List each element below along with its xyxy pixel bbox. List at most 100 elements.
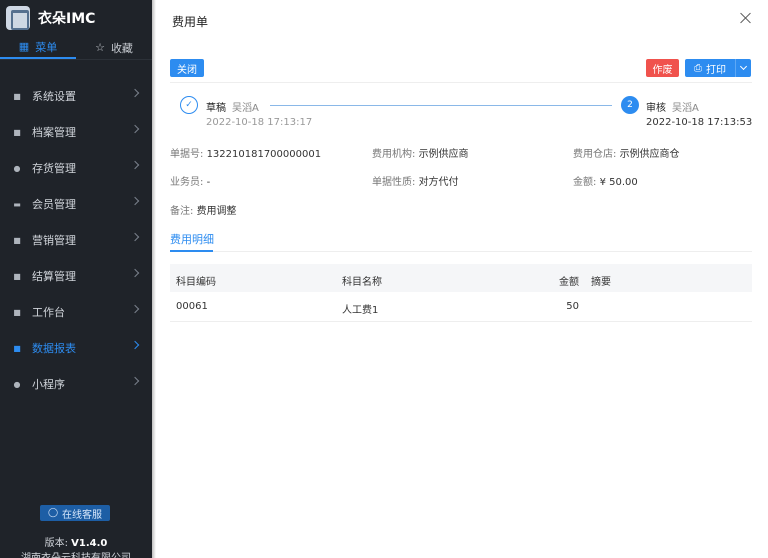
step-done-check-icon: ✓ — [180, 96, 198, 114]
tab-favorites-label: 收藏 — [110, 41, 133, 55]
sidebar-item-label: 结算管理 — [32, 270, 76, 283]
staff-value: - — [206, 177, 211, 188]
step-user: 吴滔A — [232, 103, 259, 114]
sidebar-item-label: 系统设置 — [32, 90, 76, 103]
print-label: 打印 — [706, 64, 726, 76]
sidebar-item-label: 小程序 — [32, 378, 65, 391]
sidebar-item-label: 数据报表 — [32, 342, 76, 355]
member-card-icon: ▬ — [13, 199, 21, 209]
grid-icon: ▦ — [18, 40, 30, 53]
sidebar-item-settlement[interactable]: ■ 结算管理 — [0, 258, 152, 294]
chevron-right-icon — [130, 160, 140, 170]
tab-menu[interactable]: ▦ 菜单 — [0, 36, 76, 59]
star-icon: ☆ — [95, 41, 105, 54]
staff-field: 业务员: - — [170, 173, 210, 188]
step-number: 2 — [621, 96, 639, 114]
expense-detail-table: 科目编码 科目名称 金额 摘要 00061 人工费1 50 — [170, 264, 752, 322]
sidebar-item-label: 存货管理 — [32, 162, 76, 175]
close-button[interactable]: 关闭 — [170, 59, 204, 77]
sidebar-item-reports[interactable]: ■ 数据报表 — [0, 330, 152, 366]
online-service-button[interactable]: ◯ 在线客服 — [40, 505, 110, 521]
step-time: 2022-10-18 17:13:53 — [646, 117, 753, 128]
header-name: 科目名称 — [342, 277, 382, 288]
sidebar-item-inventory[interactable]: ● 存货管理 — [0, 150, 152, 186]
step-connector — [270, 105, 612, 106]
chat-icon: ◯ — [47, 508, 59, 518]
chevron-right-icon — [130, 124, 140, 134]
void-button[interactable]: 作废 — [646, 59, 679, 77]
drawer-title: 费用单 — [172, 15, 209, 29]
chevron-right-icon — [130, 304, 140, 314]
cell-code: 00061 — [176, 301, 208, 312]
amount-label: 金额: — [573, 177, 597, 188]
staff-label: 业务员: — [170, 177, 204, 188]
version-info: 版本: V1.4.0 — [0, 534, 152, 549]
amount-field: 金额: ¥ 50.00 — [573, 173, 638, 188]
expense-org-label: 费用机构: — [372, 149, 416, 160]
expense-store-value: 示例供应商仓 — [619, 149, 680, 160]
sidebar-item-members[interactable]: ▬ 会员管理 — [0, 186, 152, 222]
table-row[interactable]: 00061 人工费1 50 — [170, 292, 752, 322]
amount-value: ¥ 50.00 — [599, 177, 638, 188]
chevron-right-icon — [130, 268, 140, 278]
brand-name: 衣朵IMC — [38, 11, 96, 27]
settings-icon: ■ — [13, 91, 21, 101]
cell-amount: 50 — [566, 301, 579, 312]
sidebar: 衣朵IMC ▦ 菜单 ☆ 收藏 ■ 系统设置 ■ 档案管理 ● 存货管理 ▬ 会 — [0, 0, 152, 558]
sidebar-item-label: 档案管理 — [32, 126, 76, 139]
step-user: 吴滔A — [672, 103, 699, 114]
memo-label: 备注: — [170, 206, 194, 217]
header-amount: 金额 — [559, 277, 579, 288]
company-name: 湖南衣朵云科技有限公司 — [0, 549, 152, 558]
doc-number-label: 单据号: — [170, 149, 204, 160]
doc-number-field: 单据号: 132210181700000001 — [170, 145, 321, 160]
expense-store-field: 费用仓店: 示例供应商仓 — [573, 145, 680, 160]
settlement-icon: ■ — [13, 271, 21, 281]
chevron-right-icon — [130, 232, 140, 242]
memo-value: 费用调整 — [196, 206, 237, 217]
tab-menu-label: 菜单 — [35, 40, 58, 54]
chevron-right-icon — [130, 196, 140, 206]
expense-org-value: 示例供应商 — [418, 149, 469, 160]
tab-expense-details[interactable]: 费用明细 — [170, 231, 214, 247]
step-draft: 草稿 吴滔A — [206, 99, 259, 114]
tab-active-indicator — [170, 250, 213, 252]
sidebar-item-mini-program[interactable]: ● 小程序 — [0, 366, 152, 402]
cell-name: 人工费1 — [342, 305, 379, 316]
table-header: 科目编码 科目名称 金额 摘要 — [170, 264, 752, 292]
tab-favorites[interactable]: ☆ 收藏 — [76, 36, 152, 59]
step-title: 审核 — [646, 103, 666, 114]
sidebar-menu: ■ 系统设置 ■ 档案管理 ● 存货管理 ▬ 会员管理 ■ 营销管理 ■ 结算管… — [0, 78, 152, 402]
sidebar-item-label: 会员管理 — [32, 198, 76, 211]
chevron-right-icon — [130, 376, 140, 386]
sidebar-item-label: 工作台 — [32, 306, 65, 319]
report-icon: ■ — [13, 343, 21, 353]
sidebar-item-archives[interactable]: ■ 档案管理 — [0, 114, 152, 150]
version-value: V1.4.0 — [71, 538, 108, 549]
printer-icon: ⎙ — [694, 62, 702, 74]
workbench-icon: ■ — [13, 307, 21, 317]
mini-program-icon: ● — [13, 379, 21, 389]
sidebar-item-system-settings[interactable]: ■ 系统设置 — [0, 78, 152, 114]
step-review: 审核 吴滔A — [646, 99, 699, 114]
sidebar-item-workbench[interactable]: ■ 工作台 — [0, 294, 152, 330]
online-service-label: 在线客服 — [62, 509, 103, 521]
expense-drawer: 费用单 关闭 作废 ⎙ 打印 ✓ 草稿 吴滔A 2022-10-18 17:13:… — [156, 0, 768, 558]
archive-icon: ■ — [13, 127, 21, 137]
doc-number-value: 132210181700000001 — [206, 149, 322, 160]
chevron-right-icon — [130, 88, 140, 98]
brand[interactable]: 衣朵IMC — [0, 0, 152, 36]
header-memo: 摘要 — [591, 277, 611, 288]
expense-org-field: 费用机构: 示例供应商 — [372, 145, 469, 160]
close-icon[interactable] — [740, 12, 752, 24]
sidebar-item-label: 营销管理 — [32, 234, 76, 247]
memo-field: 备注: 费用调整 — [170, 202, 237, 217]
expense-store-label: 费用仓店: — [573, 149, 617, 160]
chevron-down-icon — [739, 62, 748, 71]
logo-icon — [6, 6, 30, 30]
doc-nature-value: 对方代付 — [418, 177, 459, 188]
print-button[interactable]: ⎙ 打印 — [685, 59, 735, 77]
sidebar-item-marketing[interactable]: ■ 营销管理 — [0, 222, 152, 258]
print-dropdown-button[interactable] — [735, 59, 751, 77]
divider — [170, 82, 752, 83]
